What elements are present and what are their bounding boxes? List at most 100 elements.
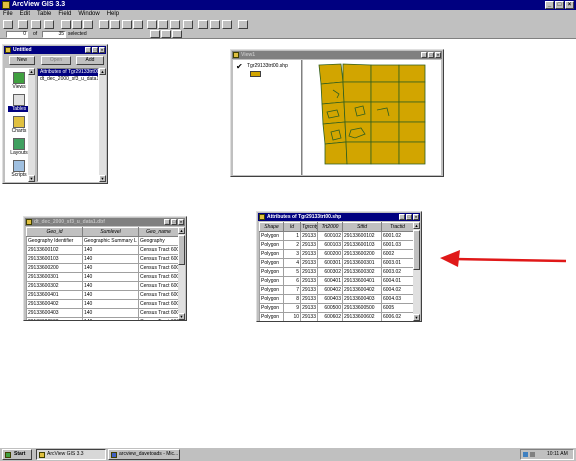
table-row[interactable]: 29133600500140Census Tract 600	[26, 317, 178, 320]
table-cell[interactable]: 29133	[300, 249, 318, 259]
dbf-minimize-button[interactable]: _	[164, 219, 170, 225]
table-cell[interactable]: Census Tract 600	[138, 308, 178, 318]
table-cell[interactable]: 29133600500	[26, 317, 83, 320]
table-cell[interactable]: 2	[283, 240, 301, 250]
column-header[interactable]: Tgrcnty	[300, 222, 318, 232]
table-cell[interactable]: 140	[82, 254, 139, 264]
census-tract-map[interactable]	[303, 60, 441, 175]
table-cell[interactable]: 140	[82, 299, 139, 309]
maximize-button[interactable]: □	[555, 1, 564, 9]
column-header[interactable]: Shape	[259, 222, 284, 232]
table-cell[interactable]: 600403	[317, 294, 343, 304]
table-cell[interactable]: 8	[283, 294, 301, 304]
table-cell[interactable]: 600401	[317, 276, 343, 286]
table-cell[interactable]: 6001.02	[381, 231, 413, 241]
table-cell[interactable]: 29133600301	[342, 258, 382, 268]
table-cell[interactable]: 6004.01	[381, 276, 413, 286]
table-cell[interactable]: 29133	[300, 240, 318, 250]
table-cell[interactable]: Geographic Summary L	[82, 236, 139, 246]
table-cell[interactable]: 29133600402	[342, 285, 382, 295]
identify-tool-icon[interactable]	[172, 30, 182, 38]
help-icon[interactable]	[238, 20, 248, 29]
table-row[interactable]: Polygon 1 29133 600102 29133600102 6001.02	[259, 231, 413, 241]
table-cell[interactable]: 29133600500	[342, 303, 382, 313]
tables-list-item[interactable]: dt_dec_2000_sf3_u_data1	[38, 76, 98, 83]
table-row[interactable]: 29133600401 140 Census Tract 600	[26, 290, 178, 300]
menu-file[interactable]: File	[3, 10, 13, 19]
view-minimize-button[interactable]: _	[421, 52, 427, 58]
table-row[interactable]: Polygon 8 29133 600403 29133600403 6004.03	[259, 294, 413, 304]
table-cell[interactable]: 600200	[317, 249, 343, 259]
column-header[interactable]: Geo_id	[26, 227, 83, 237]
open-button[interactable]: Open	[41, 56, 71, 65]
table-cell[interactable]: 140	[82, 281, 139, 291]
scripts-doc-icon[interactable]: Scripts	[8, 160, 30, 178]
table-cell[interactable]: Polygon	[259, 258, 284, 268]
table-cell[interactable]: 29133	[300, 303, 318, 313]
table-cell[interactable]: Census Tract 600	[138, 281, 178, 291]
table-cell[interactable]: Census Tract 600	[138, 299, 178, 309]
table-cell[interactable]: 29133600200	[26, 263, 83, 273]
menu-help[interactable]: Help	[107, 10, 119, 19]
start-button[interactable]: Start	[2, 449, 32, 460]
table-cell[interactable]: 7	[283, 285, 301, 295]
table-row[interactable]: 29133600403 140 Census Tract 600	[26, 308, 178, 318]
map-display[interactable]	[303, 60, 441, 175]
menu-field[interactable]: Field	[58, 10, 71, 19]
table-cell[interactable]: Census Tract 600	[138, 290, 178, 300]
table-cell[interactable]: 600301	[317, 258, 343, 268]
attributes-table-scrollbar[interactable]: ▲ ▼	[413, 222, 420, 321]
table-cell[interactable]: 29133600200	[342, 249, 382, 259]
table-cell[interactable]: 6001.03	[381, 240, 413, 250]
table-cell[interactable]: 140	[82, 290, 139, 300]
network-icon[interactable]	[523, 452, 528, 457]
tables-list-scrollbar[interactable]: ▲ ▼	[99, 68, 106, 182]
view-maximize-button[interactable]: □	[428, 52, 434, 58]
table-cell[interactable]: Polygon	[259, 285, 284, 295]
table-cell[interactable]: Geography Identifier	[26, 236, 83, 246]
table-cell[interactable]: 4	[283, 258, 301, 268]
table-cell[interactable]: 29133	[300, 294, 318, 304]
table-row[interactable]: 29133600102 140 Census Tract 600	[26, 245, 178, 255]
summarize-icon[interactable]	[122, 20, 132, 29]
attributes-close-button[interactable]: ×	[413, 214, 419, 220]
close-button[interactable]: ×	[565, 1, 574, 9]
table-cell[interactable]: 29133600602	[342, 312, 382, 321]
table-cell[interactable]: 29133	[300, 276, 318, 286]
table-row[interactable]: Geography Identifier Geographic Summary L…	[26, 236, 178, 246]
table-cell[interactable]: 29133600102	[342, 231, 382, 241]
table-row[interactable]: Polygon 10 29133 600602 29133600602 6006.02	[259, 312, 413, 321]
charts-doc-icon[interactable]: Charts	[8, 116, 30, 134]
table-cell[interactable]: Polygon	[259, 303, 284, 313]
table-cell[interactable]: 29133600102	[26, 245, 83, 255]
add-button[interactable]: Add	[76, 56, 104, 65]
layer-name[interactable]: Tgr29133trt00.shp	[247, 63, 288, 69]
views-doc-icon[interactable]: Views	[8, 72, 30, 90]
edit-icon[interactable]	[18, 20, 28, 29]
table-cell[interactable]: 29133600401	[342, 276, 382, 286]
edit-tool-icon[interactable]	[161, 30, 171, 38]
table-properties-icon[interactable]	[198, 20, 208, 29]
minimize-button[interactable]: _	[545, 1, 554, 9]
table-cell[interactable]: 5	[283, 267, 301, 277]
arcview-app-icon[interactable]	[2, 1, 10, 9]
layer-visibility-checkbox[interactable]: ✔	[236, 63, 243, 71]
sort-ascending-icon[interactable]	[99, 20, 109, 29]
table-cell[interactable]: 6004.03	[381, 294, 413, 304]
table-cell[interactable]: Polygon	[259, 249, 284, 259]
menu-edit[interactable]: Edit	[20, 10, 30, 19]
table-cell[interactable]: 6006.02	[381, 312, 413, 321]
table-row[interactable]: 29133600103 140 Census Tract 600	[26, 254, 178, 264]
cut-icon[interactable]	[31, 20, 41, 29]
table-cell[interactable]: 10	[283, 312, 301, 321]
column-header[interactable]: Stfid	[342, 222, 382, 232]
table-row[interactable]: Polygon 6 29133 600401 29133600401 6004.01	[259, 276, 413, 286]
table-cell[interactable]: 29133600403	[342, 294, 382, 304]
dbf-maximize-button[interactable]: □	[171, 219, 177, 225]
table-row[interactable]: Polygon 4 29133 600301 29133600301 6003.01	[259, 258, 413, 268]
table-row[interactable]: Polygon 2 29133 600103 29133600103 6001.03	[259, 240, 413, 250]
volume-icon[interactable]	[530, 452, 535, 457]
tables-list-item[interactable]: Attributes of Tgr29133trt00.shp	[38, 69, 98, 76]
table-row[interactable]: Polygon 3 29133 600200 29133600200 6002	[259, 249, 413, 259]
table-cell[interactable]: Polygon	[259, 267, 284, 277]
